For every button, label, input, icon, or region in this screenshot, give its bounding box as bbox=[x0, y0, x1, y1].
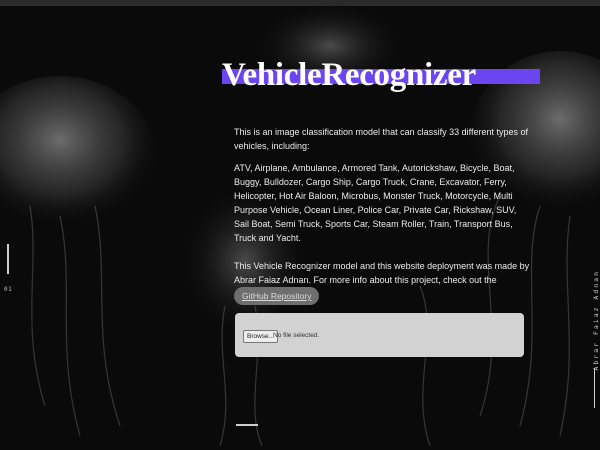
intro-text: This is an image classification model th… bbox=[234, 127, 528, 151]
file-status-text: No file selected. bbox=[273, 332, 320, 339]
file-upload-panel: Browse... No file selected. bbox=[235, 313, 524, 357]
description-section: This is an image classification model th… bbox=[234, 125, 530, 313]
right-indicator-line bbox=[594, 368, 595, 408]
credit-paragraph: This Vehicle Recognizer model and this w… bbox=[234, 259, 530, 305]
bottom-dash bbox=[236, 424, 258, 426]
side-indicator-line bbox=[7, 244, 9, 274]
github-repository-link[interactable]: GitHub Repository bbox=[234, 287, 320, 305]
page-title: VehicleRecognizer bbox=[222, 57, 476, 93]
author-vertical-label: Abrar Faiaz Adnan bbox=[592, 270, 600, 371]
page-number: 01 bbox=[4, 286, 13, 293]
title-block: VehicleRecognizer bbox=[222, 55, 540, 95]
vehicle-list-text: ATV, Airplane, Ambulance, Armored Tank, … bbox=[234, 163, 517, 243]
credit-text: This Vehicle Recognizer model and this w… bbox=[234, 261, 530, 285]
